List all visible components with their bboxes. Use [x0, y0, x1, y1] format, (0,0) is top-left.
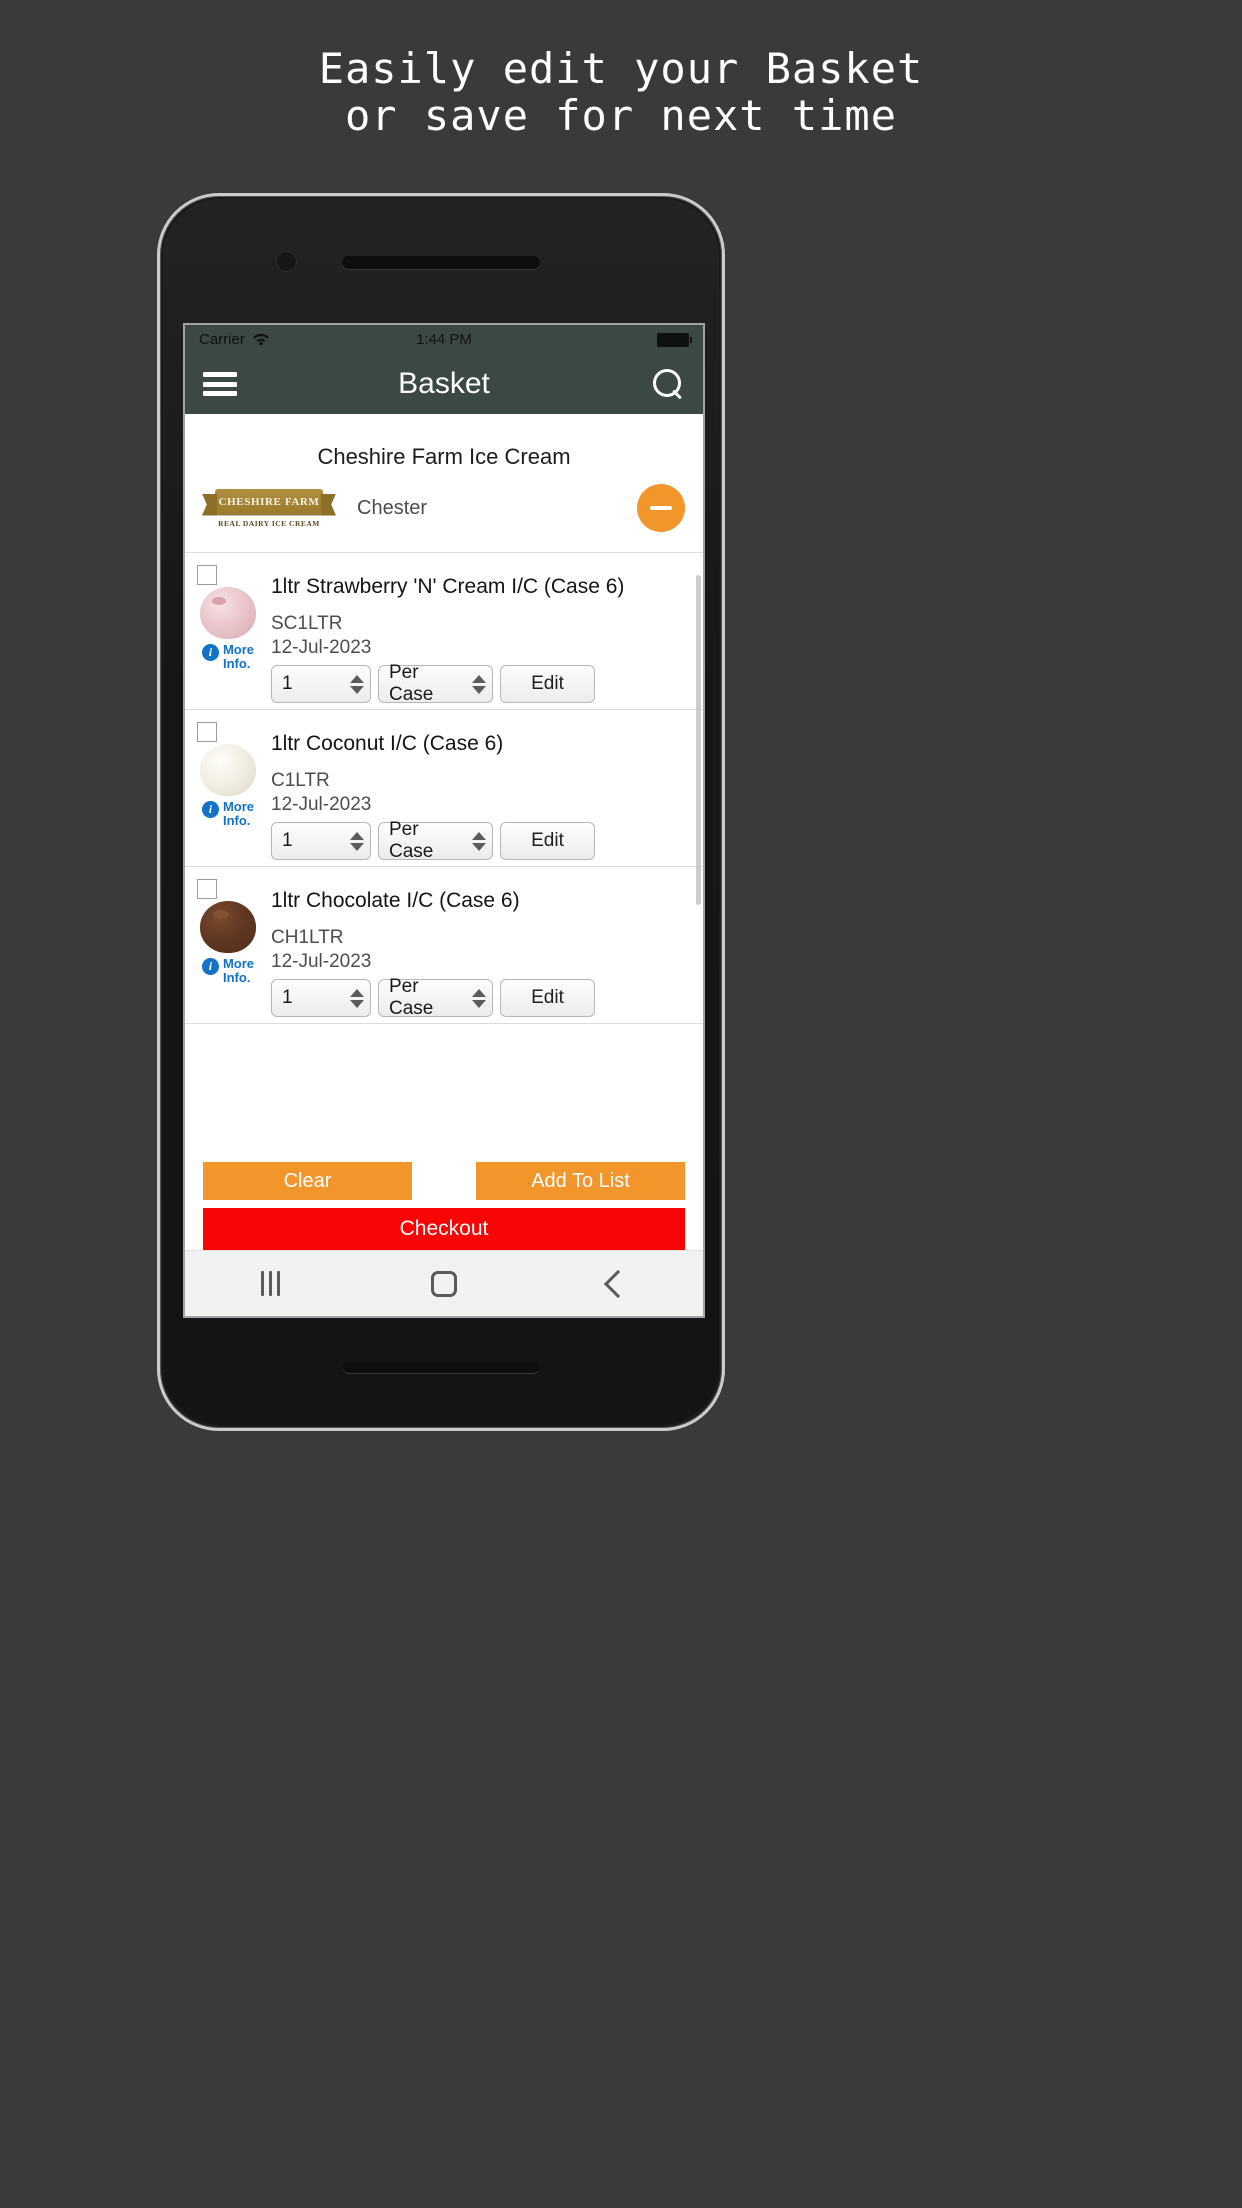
basket-item-row[interactable]: i More Info. 1ltr Strawberry 'N' Cream I/…: [185, 553, 703, 711]
promo-headline-line1: Easily edit your Basket: [318, 44, 924, 93]
product-thumbnail: [200, 901, 256, 954]
promo-headline-line2: or save for next time: [344, 91, 897, 141]
product-date: 12-Jul-2023: [271, 794, 372, 816]
battery-full-icon: [657, 332, 692, 347]
status-bar: Carrier 1:44 PM: [185, 325, 703, 354]
quantity-value: 1: [282, 987, 293, 1009]
unit-value: Per Case: [389, 662, 434, 706]
edit-button[interactable]: Edit: [500, 979, 595, 1018]
logo-ribbon: CHESHIRE FARM: [215, 488, 323, 515]
quantity-value: 1: [282, 830, 293, 852]
item-controls: 1 Per Case Edit: [271, 662, 693, 706]
phone-home-bar: [343, 1362, 539, 1373]
item-select-checkbox[interactable]: [197, 565, 217, 585]
home-square-icon[interactable]: [430, 1270, 457, 1297]
product-code: C1LTR: [271, 770, 330, 792]
item-controls: 1 Per Case Edit: [271, 976, 693, 1020]
product-name: 1ltr Chocolate I/C (Case 6): [271, 889, 520, 913]
product-date: 12-Jul-2023: [271, 637, 372, 659]
back-chevron-icon[interactable]: [603, 1269, 632, 1298]
clear-button[interactable]: Clear: [203, 1162, 412, 1200]
product-name: 1ltr Coconut I/C (Case 6): [271, 732, 504, 756]
info-icon: i: [201, 801, 219, 819]
more-info-link[interactable]: i More Info.: [201, 956, 255, 985]
info-icon: i: [201, 644, 219, 661]
supplier-section: Cheshire Farm Ice Cream CHESHIRE FARM RE…: [185, 414, 703, 553]
earpiece-speaker: [342, 256, 540, 269]
logo-subtitle: REAL DAIRY ICE CREAM: [218, 518, 320, 528]
product-code: SC1LTR: [271, 613, 343, 635]
supplier-name: Cheshire Farm Ice Cream: [317, 444, 571, 469]
wifi-icon: [253, 333, 269, 346]
supplier-row: CHESHIRE FARM REAL DAIRY ICE CREAM Chest…: [185, 476, 703, 540]
basket-item-list: i More Info. 1ltr Strawberry 'N' Cream I/…: [185, 553, 703, 1086]
item-right-column: 1ltr Coconut I/C (Case 6) C1LTR 12-Jul-2…: [271, 718, 703, 863]
product-thumbnail: [200, 587, 256, 639]
phone-mockup: Carrier 1:44 PM Basket Cheshire Farm Ice…: [157, 193, 725, 1431]
front-camera-icon: [277, 252, 296, 271]
more-info-label: More Info.: [222, 642, 255, 671]
carrier-label: Carrier: [199, 331, 245, 348]
quantity-stepper[interactable]: 1: [271, 979, 371, 1018]
stepper-arrows-icon[interactable]: [350, 988, 364, 1008]
more-info-label: More Info.: [222, 799, 255, 828]
hamburger-menu-icon[interactable]: [203, 372, 237, 396]
select-arrows-icon[interactable]: [472, 831, 486, 851]
app-screen: Carrier 1:44 PM Basket Cheshire Farm Ice…: [185, 325, 703, 1316]
edit-button[interactable]: Edit: [500, 822, 595, 861]
item-select-checkbox[interactable]: [197, 722, 217, 743]
unit-select[interactable]: Per Case: [378, 819, 493, 863]
more-info-label: More Info.: [222, 956, 255, 985]
basket-item-row[interactable]: i More Info. 1ltr Coconut I/C (Case 6) C1…: [185, 710, 703, 868]
app-navigation-bar: Basket: [185, 354, 703, 414]
promo-headline: Easily edit your Basket or save for next…: [0, 45, 1242, 139]
logo-title: CHESHIRE FARM: [218, 495, 320, 508]
actions-spacer: [203, 1086, 685, 1162]
unit-select[interactable]: Per Case: [378, 662, 493, 706]
quantity-stepper[interactable]: 1: [271, 822, 371, 861]
product-code: CH1LTR: [271, 927, 344, 949]
supplier-city: Chester: [357, 496, 428, 519]
select-arrows-icon[interactable]: [472, 988, 486, 1008]
status-bar-right: [657, 332, 692, 347]
more-info-link[interactable]: i More Info.: [201, 799, 255, 828]
status-bar-left: Carrier: [199, 331, 271, 348]
scrollbar[interactable]: [696, 575, 701, 905]
item-left-column: i More Info.: [185, 561, 271, 703]
stepper-arrows-icon[interactable]: [350, 831, 364, 851]
actions-top-row: Clear Add To List: [203, 1162, 685, 1200]
stepper-arrows-icon[interactable]: [350, 674, 364, 694]
basket-item-row[interactable]: i More Info. 1ltr Chocolate I/C (Case 6) …: [185, 867, 703, 1025]
search-icon[interactable]: [651, 367, 685, 401]
add-to-list-button[interactable]: Add To List: [476, 1162, 685, 1200]
unit-select[interactable]: Per Case: [378, 976, 493, 1020]
basket-actions: Clear Add To List Checkout: [185, 1086, 703, 1250]
android-navigation-bar: [185, 1250, 703, 1316]
product-name: 1ltr Strawberry 'N' Cream I/C (Case 6): [271, 575, 625, 598]
checkout-button[interactable]: Checkout: [203, 1208, 685, 1250]
item-right-column: 1ltr Chocolate I/C (Case 6) CH1LTR 12-Ju…: [271, 875, 703, 1020]
page-title: Basket: [398, 367, 490, 400]
item-left-column: i More Info.: [185, 718, 271, 860]
unit-value: Per Case: [389, 976, 434, 1020]
cheshire-farm-logo: CHESHIRE FARM REAL DAIRY ICE CREAM: [203, 482, 335, 534]
info-icon: i: [201, 958, 219, 976]
unit-value: Per Case: [389, 819, 434, 863]
minus-circle-icon[interactable]: [637, 484, 685, 532]
product-thumbnail: [200, 744, 256, 797]
quantity-stepper[interactable]: 1: [271, 665, 371, 704]
recents-icon[interactable]: [260, 1271, 280, 1296]
quantity-value: 1: [282, 673, 293, 695]
item-controls: 1 Per Case Edit: [271, 819, 693, 863]
product-date: 12-Jul-2023: [271, 951, 372, 973]
item-left-column: i More Info.: [185, 875, 271, 1017]
item-select-checkbox[interactable]: [197, 879, 217, 900]
item-right-column: 1ltr Strawberry 'N' Cream I/C (Case 6) S…: [271, 561, 703, 706]
edit-button[interactable]: Edit: [500, 665, 595, 704]
select-arrows-icon[interactable]: [472, 674, 486, 694]
more-info-link[interactable]: i More Info.: [201, 642, 255, 671]
